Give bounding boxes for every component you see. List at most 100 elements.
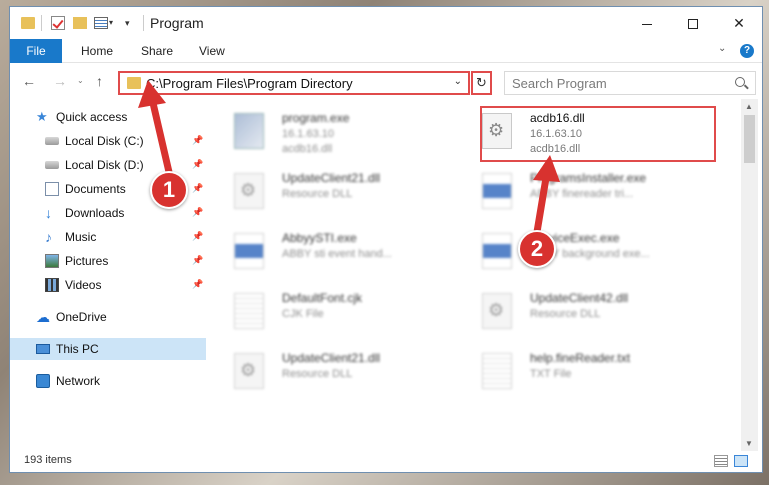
folder-icon <box>127 77 141 89</box>
address-bar[interactable]: C:\Program Files\Program Directory ⌄ <box>118 71 470 95</box>
pin-icon[interactable]: 📌 <box>192 279 203 290</box>
vertical-scrollbar[interactable]: ▲ ▼ <box>741 99 758 451</box>
tab-file[interactable]: File <box>10 39 62 63</box>
tab-home[interactable]: Home <box>81 39 113 63</box>
customize-toolbar-icon[interactable]: ▾ <box>125 18 130 34</box>
file-item[interactable]: ServiceExec.exe ABBY background exe... <box>455 225 675 279</box>
sidebar-item-local-disk-c[interactable]: Local Disk (C:) 📌 <box>10 130 206 152</box>
pin-icon[interactable]: 📌 <box>192 207 203 218</box>
pin-icon[interactable]: 📌 <box>192 135 203 146</box>
search-placeholder: Search Program <box>512 76 607 91</box>
file-item[interactable]: UpdateClient21.dll Resource DLL <box>207 345 427 399</box>
file-item[interactable]: program.exe 16.1.63.10 acdb16.dll <box>207 105 427 159</box>
file-type: Resource DLL <box>530 308 601 320</box>
scroll-up-icon[interactable]: ▲ <box>745 102 753 111</box>
sidebar-item-this-pc[interactable]: This PC <box>10 338 206 360</box>
forward-icon[interactable]: → <box>53 73 67 89</box>
sidebar-item-onedrive[interactable]: ☁ OneDrive <box>10 306 206 328</box>
scrollbar-thumb[interactable] <box>744 115 755 163</box>
sidebar-item-music[interactable]: ♪ Music 📌 <box>10 226 206 248</box>
network-icon <box>36 374 50 388</box>
file-version: 16.1.63.10 <box>282 128 334 140</box>
file-item[interactable]: help.fineReader.txt TXT File <box>455 345 675 399</box>
sidebar-item-label: Quick access <box>56 110 128 124</box>
exe-file-icon <box>482 173 512 209</box>
new-folder-icon[interactable] <box>73 17 87 29</box>
file-name: ProgramsInstaller.exe <box>530 171 647 185</box>
divider <box>41 15 42 31</box>
file-type: CJK File <box>282 308 324 320</box>
exe-file-icon <box>482 233 512 269</box>
exe-file-icon <box>234 233 264 269</box>
address-path[interactable]: C:\Program Files\Program Directory <box>146 76 353 91</box>
file-item[interactable]: UpdateClient42.dll Resource DLL <box>455 285 675 339</box>
file-type: TXT File <box>530 368 572 380</box>
file-icon <box>234 293 264 329</box>
maximize-icon <box>688 19 698 30</box>
refresh-button[interactable]: ↻ <box>471 71 492 95</box>
properties-icon[interactable] <box>94 17 108 29</box>
pictures-icon <box>45 254 59 268</box>
divider <box>143 15 144 31</box>
annotation-highlight-box <box>480 106 716 162</box>
ribbon-toggle-icon[interactable]: ⌄ <box>718 43 726 54</box>
ribbon: File Home Share View ⌄ ? <box>10 39 762 63</box>
title-bar: ▾ ▾ Program ✕ <box>10 7 762 39</box>
pin-icon[interactable]: 📌 <box>192 255 203 266</box>
sidebar-item-network[interactable]: Network <box>10 370 206 392</box>
properties-check-icon[interactable] <box>51 16 65 30</box>
file-name: UpdateClient21.dll <box>282 171 381 185</box>
details-view-icon[interactable] <box>714 455 728 467</box>
file-description: acdb16.dll <box>282 143 333 155</box>
music-icon: ♪ <box>45 229 52 245</box>
recent-locations-icon[interactable]: ⌄ <box>77 76 84 85</box>
tab-view[interactable]: View <box>199 39 225 63</box>
file-item[interactable]: ProgramsInstaller.exe ABBY finereader tr… <box>455 165 675 219</box>
sidebar-item-quick-access[interactable]: ★ Quick access <box>10 106 206 128</box>
annotation-callout-2: 2 <box>518 230 556 268</box>
sidebar-item-label: Documents <box>65 182 126 196</box>
folder-icon[interactable] <box>21 17 35 29</box>
file-name: UpdateClient42.dll <box>530 291 629 305</box>
annotation-callout-1: 1 <box>150 171 188 209</box>
chevron-down-icon[interactable]: ⌄ <box>454 76 462 87</box>
computer-icon <box>36 344 50 354</box>
tab-share[interactable]: Share <box>141 39 173 63</box>
sidebar-item-label: Downloads <box>65 206 125 220</box>
file-item[interactable]: AbbyySTI.exe ABBY sti event hand... <box>207 225 427 279</box>
sidebar-item-label: Network <box>56 374 101 388</box>
file-type: Resource DLL <box>282 368 353 380</box>
sidebar-item-label: OneDrive <box>56 310 107 324</box>
sidebar-item-videos[interactable]: Videos 📌 <box>10 274 206 296</box>
dll-file-icon <box>234 173 264 209</box>
help-icon[interactable]: ? <box>740 44 754 58</box>
status-bar: 193 items <box>10 451 762 472</box>
text-file-icon <box>482 353 512 389</box>
pin-icon[interactable]: 📌 <box>192 231 203 242</box>
star-icon: ★ <box>36 109 48 124</box>
dll-file-icon <box>234 353 264 389</box>
navigation-bar: ← → ⌄ ↑ C:\Program Files\Program Directo… <box>10 64 762 98</box>
sidebar-item-label: Music <box>65 230 97 244</box>
maximize-button[interactable] <box>670 7 716 39</box>
window-title: Program <box>150 15 204 31</box>
scroll-down-icon[interactable]: ▼ <box>745 439 753 448</box>
search-input[interactable]: Search Program <box>504 71 756 95</box>
cloud-icon: ☁ <box>36 309 50 325</box>
drive-icon <box>45 161 59 169</box>
file-type: Resource DLL <box>282 188 353 200</box>
file-item[interactable]: DefaultFont.cjk CJK File <box>207 285 427 339</box>
pin-icon[interactable]: 📌 <box>192 159 203 170</box>
large-icons-view-icon[interactable] <box>734 455 748 467</box>
file-item[interactable]: UpdateClient21.dll Resource DLL <box>207 165 427 219</box>
minimize-button[interactable] <box>624 7 670 39</box>
chevron-down-icon[interactable]: ▾ <box>109 18 113 34</box>
pin-icon[interactable]: 📌 <box>192 183 203 194</box>
back-icon[interactable]: ← <box>22 73 36 89</box>
sidebar-item-pictures[interactable]: Pictures 📌 <box>10 250 206 272</box>
sidebar-item-label: This PC <box>56 342 99 356</box>
dll-file-icon <box>482 293 512 329</box>
close-button[interactable]: ✕ <box>716 7 762 39</box>
file-name: UpdateClient21.dll <box>282 351 381 365</box>
up-icon[interactable]: ↑ <box>96 73 103 89</box>
